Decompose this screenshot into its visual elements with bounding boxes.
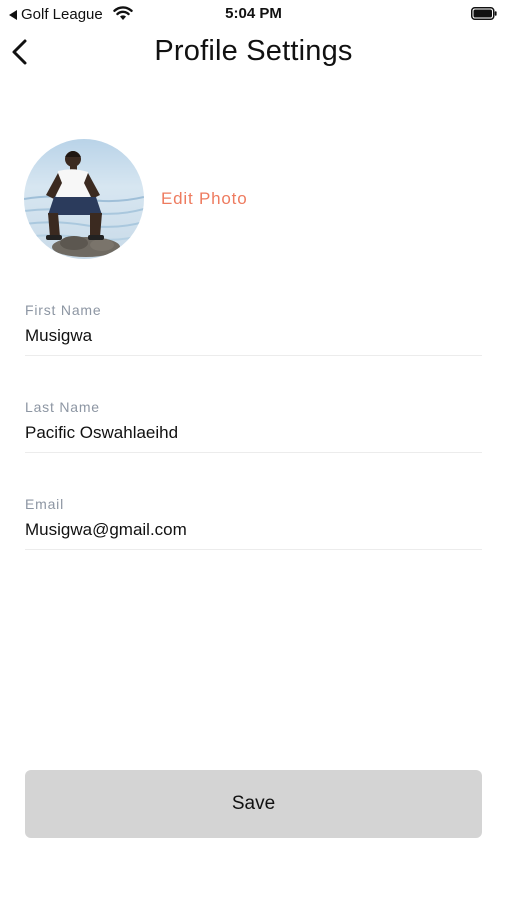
- save-button[interactable]: Save: [25, 770, 482, 838]
- email-input[interactable]: [25, 514, 482, 550]
- avatar[interactable]: [24, 139, 144, 259]
- first-name-input[interactable]: [25, 320, 482, 356]
- battery-icon: [471, 7, 497, 20]
- last-name-label: Last Name: [25, 399, 100, 415]
- page-title: Profile Settings: [154, 35, 353, 67]
- last-name-input[interactable]: [25, 417, 482, 453]
- profile-settings-screen: Golf League 5:04 PM Profile Settings Edi…: [0, 0, 507, 900]
- status-bar: Golf League 5:04 PM: [0, 0, 507, 28]
- edit-photo-link[interactable]: Edit Photo: [161, 189, 247, 209]
- email-field: Email: [25, 496, 482, 550]
- avatar-photo: [24, 139, 144, 259]
- first-name-field: First Name: [25, 302, 482, 356]
- email-label: Email: [25, 496, 65, 512]
- last-name-field: Last Name: [25, 399, 482, 453]
- first-name-label: First Name: [25, 302, 102, 318]
- status-time: 5:04 PM: [225, 5, 282, 22]
